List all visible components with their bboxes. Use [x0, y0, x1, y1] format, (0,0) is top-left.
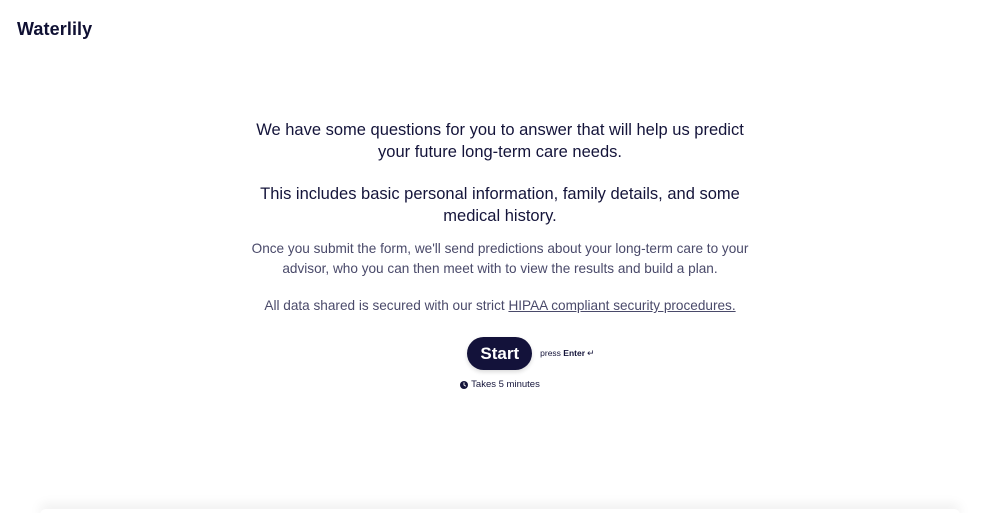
bottom-panel-edge: [40, 509, 960, 513]
hipaa-link[interactable]: HIPAA compliant security procedures.: [508, 298, 735, 313]
clock-icon: [460, 380, 469, 389]
security-prefix: All data shared is secured with our stri…: [264, 298, 509, 313]
enter-hint-prefix: press: [540, 348, 564, 358]
page: Waterlily We have some questions for you…: [0, 0, 1000, 513]
intro-headline-2: This includes basic personal information…: [260, 185, 740, 225]
enter-key-label: Enter: [563, 348, 586, 358]
enter-hint: press Enter ↵: [540, 348, 594, 359]
security-statement: All data shared is secured with our stri…: [250, 296, 750, 316]
start-button[interactable]: Start: [467, 337, 533, 370]
intro-section: We have some questions for you to answer…: [0, 119, 1000, 390]
start-row: Start press Enter ↵: [0, 337, 1000, 370]
intro-body: Once you submit the form, we'll send pre…: [251, 241, 749, 276]
duration-info: Takes 5 minutes: [0, 379, 1000, 390]
enter-key-icon: ↵: [587, 348, 595, 358]
intro-headline-1: We have some questions for you to answer…: [256, 121, 744, 161]
logo[interactable]: Waterlily: [17, 19, 92, 40]
duration-text: Takes 5 minutes: [471, 379, 540, 390]
